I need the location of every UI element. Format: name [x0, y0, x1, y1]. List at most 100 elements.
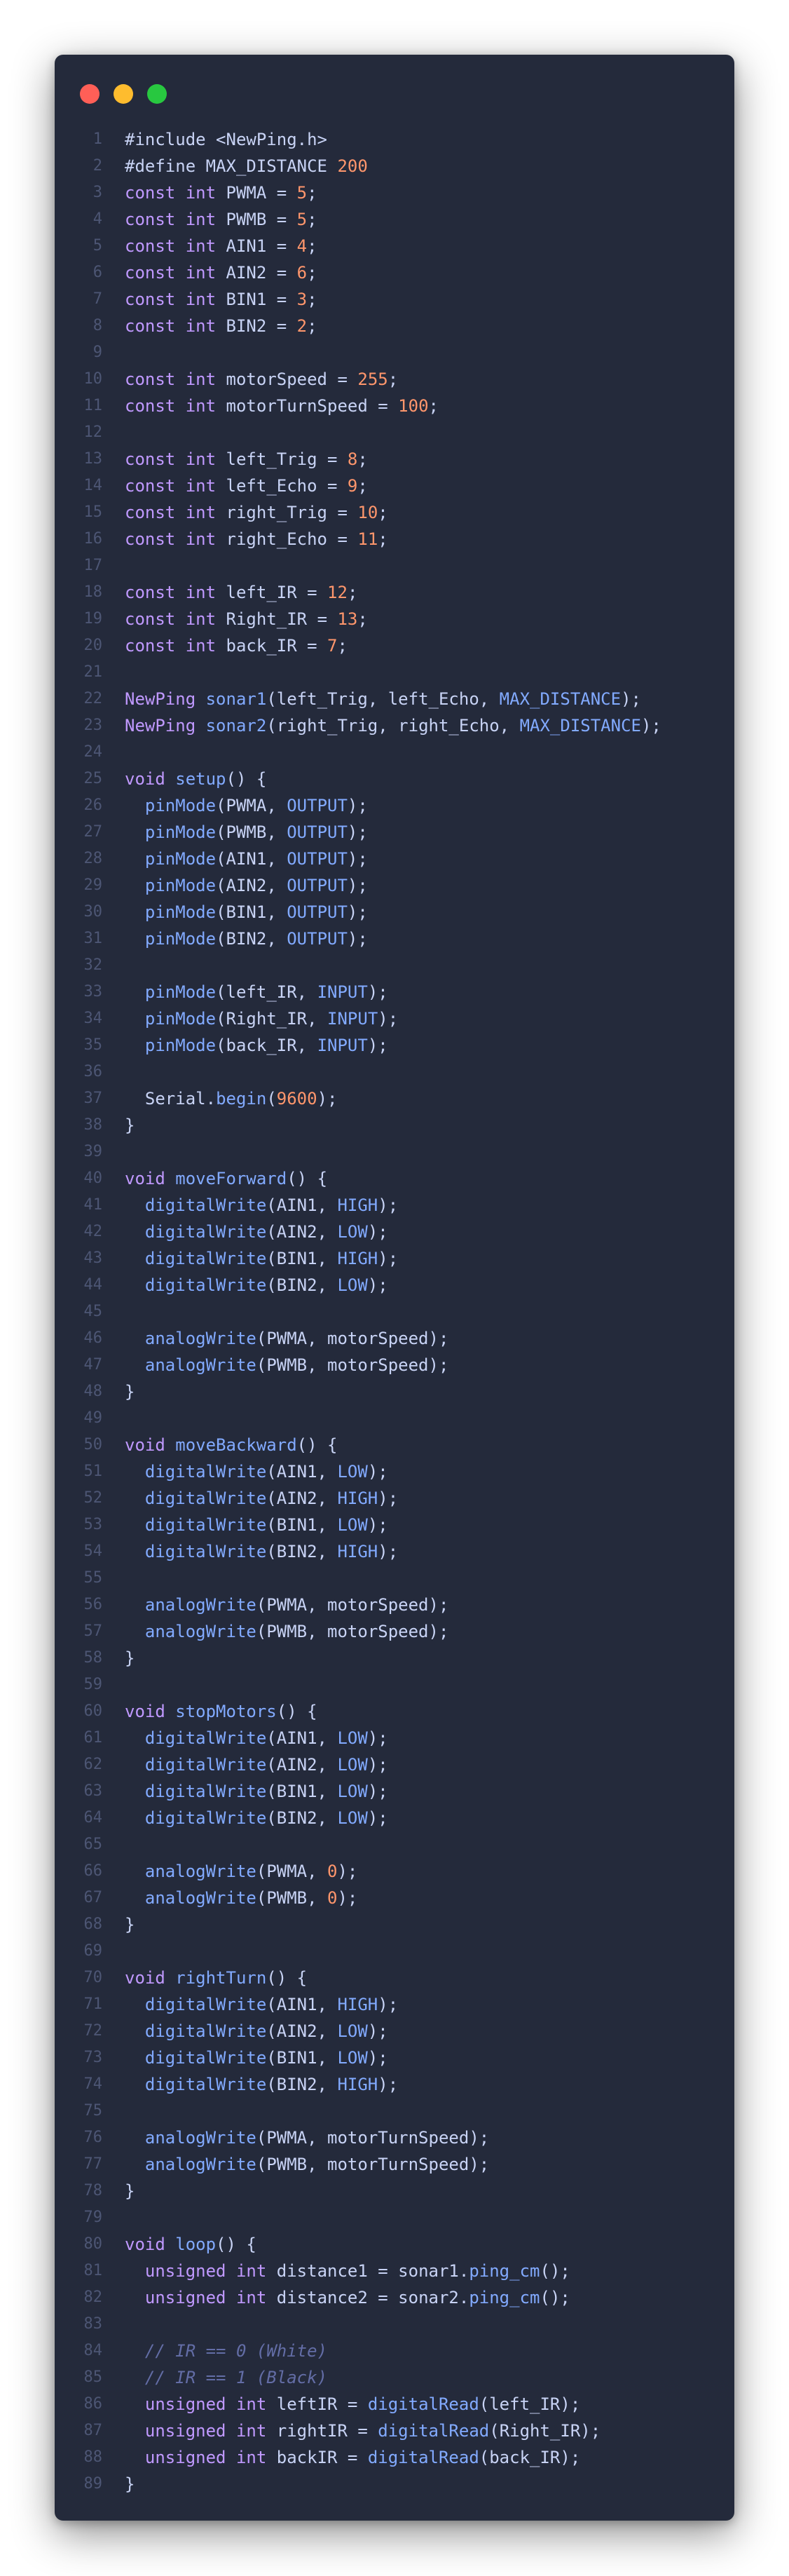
code-text: void setup() { [125, 769, 267, 789]
maximize-dot-icon[interactable] [147, 84, 167, 104]
code-text: digitalWrite(AIN2, LOW); [144, 1755, 388, 1775]
code-line: 47 analogWrite(PWMB, motorSpeed); [55, 1352, 734, 1378]
code-text: digitalWrite(AIN2, LOW); [144, 1222, 388, 1242]
code-text: } [125, 1648, 135, 1668]
code-line: 48} [55, 1378, 734, 1405]
code-text: digitalWrite(AIN2, HIGH); [144, 1489, 399, 1508]
code-text: unsigned int distance2 = sonar2.ping_cm(… [144, 2288, 570, 2307]
code-line: 85 // IR == 1 (Black) [55, 2364, 734, 2391]
window-controls [80, 84, 167, 104]
line-number: 79 [83, 2209, 103, 2226]
code-text: const int right_Echo = 11; [125, 529, 388, 549]
line-number: 10 [83, 370, 103, 388]
code-text: const int left_Trig = 8; [125, 449, 368, 469]
code-line: 87 unsigned int rightIR = digitalRead(Ri… [55, 2418, 734, 2444]
code-text: } [125, 1382, 135, 1402]
code-line: 89} [55, 2471, 734, 2497]
code-line: 13 const int left_Trig = 8; [55, 446, 734, 473]
code-line: 6 const int AIN2 = 6; [55, 259, 734, 286]
code-text: digitalWrite(BIN1, LOW); [144, 1782, 388, 1801]
code-text: unsigned int rightIR = digitalRead(Right… [144, 2421, 601, 2441]
line-number: 52 [83, 1489, 103, 1507]
line-number: 32 [83, 956, 103, 974]
line-number: 42 [83, 1223, 103, 1240]
line-number: 48 [83, 1383, 103, 1400]
line-number: 69 [83, 1942, 103, 1960]
line-number: 75 [83, 2102, 103, 2120]
code-line: 88 unsigned int backIR = digitalRead(bac… [55, 2444, 734, 2471]
line-number: 83 [83, 2315, 103, 2333]
code-text: pinMode(BIN1, OUTPUT); [144, 902, 368, 922]
code-line: 66 analogWrite(PWMA, 0); [55, 1858, 734, 1885]
line-number: 53 [83, 1516, 103, 1533]
line-number: 61 [83, 1729, 103, 1747]
code-text: void rightTurn() { [125, 1968, 308, 1988]
code-line: 9 [55, 339, 734, 366]
code-line: 65 [55, 1831, 734, 1858]
code-line: 30 pinMode(BIN1, OUTPUT); [55, 899, 734, 926]
line-number: 3 [92, 184, 102, 201]
line-number: 58 [83, 1649, 103, 1667]
code-line: 33 pinMode(left_IR, INPUT); [55, 979, 734, 1005]
code-line: 16 const int right_Echo = 11; [55, 526, 734, 553]
code-block: 1 #include <NewPing.h> 2 #define MAX_DISTAN… [55, 126, 734, 2497]
line-number: 41 [83, 1196, 103, 1214]
code-line: 19 const int Right_IR = 13; [55, 606, 734, 632]
code-line: 71 digitalWrite(AIN1, HIGH); [55, 1991, 734, 2018]
code-text: void moveBackward() { [125, 1435, 338, 1455]
code-line: 20 const int back_IR = 7; [55, 632, 734, 659]
code-line: 70 void rightTurn() { [55, 1965, 734, 1991]
line-number: 21 [83, 663, 103, 681]
line-number: 7 [92, 290, 102, 308]
minimize-dot-icon[interactable] [114, 84, 133, 104]
code-text: pinMode(PWMB, OUTPUT); [144, 822, 368, 842]
code-line: 86 unsigned int leftIR = digitalRead(lef… [55, 2391, 734, 2418]
line-number: 89 [83, 2475, 103, 2493]
code-line: 64 digitalWrite(BIN2, LOW); [55, 1805, 734, 1831]
code-line: 31 pinMode(BIN2, OUTPUT); [55, 926, 734, 952]
line-number: 28 [83, 850, 103, 867]
line-number: 38 [83, 1116, 103, 1134]
code-text: #include <NewPing.h> [125, 130, 327, 149]
line-number: 13 [83, 450, 103, 468]
line-number: 47 [83, 1356, 103, 1374]
code-text: analogWrite(PWMB, motorSpeed); [144, 1355, 449, 1375]
code-line: 17 [55, 553, 734, 579]
line-number: 68 [83, 1916, 103, 1933]
line-number: 1 [92, 130, 102, 148]
code-text: } [125, 1116, 135, 1135]
code-line: 2 #define MAX_DISTANCE 200 [55, 153, 734, 179]
code-line: 28 pinMode(AIN1, OUTPUT); [55, 846, 734, 872]
line-number: 88 [83, 2448, 103, 2466]
code-line: 36 [55, 1059, 734, 1085]
code-text: pinMode(back_IR, INPUT); [144, 1036, 388, 1055]
code-text: Serial.begin(9600); [144, 1089, 338, 1109]
code-line: 32 [55, 952, 734, 979]
line-number: 4 [92, 210, 102, 228]
close-dot-icon[interactable] [80, 84, 100, 104]
line-number: 60 [83, 1702, 103, 1720]
code-text: digitalWrite(AIN1, HIGH); [144, 1195, 399, 1215]
code-line: 38} [55, 1112, 734, 1139]
line-number: 39 [83, 1143, 103, 1160]
code-line: 83 [55, 2311, 734, 2338]
code-line: 39 [55, 1139, 734, 1165]
code-line: 56 analogWrite(PWMA, motorSpeed); [55, 1592, 734, 1618]
code-line: 5 const int AIN1 = 4; [55, 233, 734, 259]
code-text: pinMode(Right_IR, INPUT); [144, 1009, 399, 1029]
code-line: 15 const int right_Trig = 10; [55, 499, 734, 526]
line-number: 63 [83, 1782, 103, 1800]
code-line: 63 digitalWrite(BIN1, LOW); [55, 1778, 734, 1805]
line-number: 23 [83, 717, 103, 734]
line-number: 62 [83, 1756, 103, 1773]
code-line: 72 digitalWrite(AIN2, LOW); [55, 2018, 734, 2045]
code-text: unsigned int backIR = digitalRead(back_I… [144, 2448, 581, 2467]
code-line: 51 digitalWrite(AIN1, LOW); [55, 1458, 734, 1485]
code-line: 50 void moveBackward() { [55, 1432, 734, 1458]
code-line: 84 // IR == 0 (White) [55, 2338, 734, 2364]
line-number: 30 [83, 903, 103, 921]
code-text: } [125, 2474, 135, 2494]
code-text: digitalWrite(BIN2, HIGH); [144, 1542, 399, 1561]
code-text: analogWrite(PWMB, motorTurnSpeed); [144, 2155, 490, 2174]
line-number: 49 [83, 1409, 103, 1427]
